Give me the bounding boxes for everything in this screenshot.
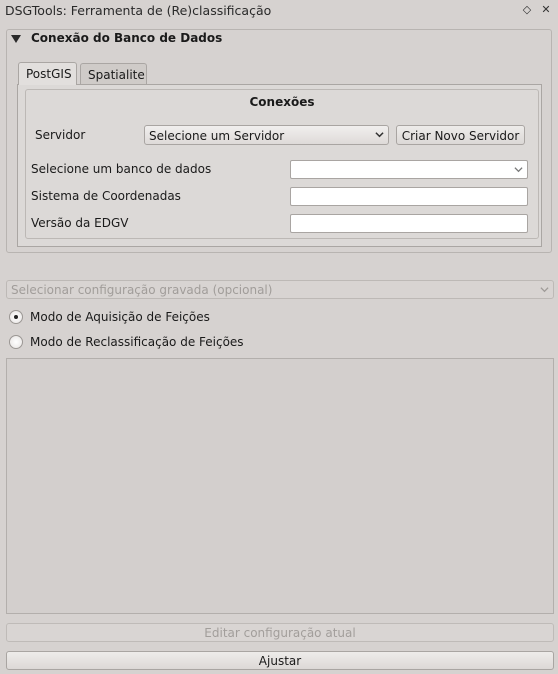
tab-postgis[interactable]: PostGIS xyxy=(18,62,77,85)
saved-config-placeholder: Selecionar configuração gravada (opciona… xyxy=(11,283,273,297)
server-combo-value: Selecione um Servidor xyxy=(149,129,285,143)
connections-title: Conexões xyxy=(249,95,315,109)
classes-area xyxy=(6,358,554,614)
triangle-down-icon[interactable] xyxy=(11,35,21,43)
reclassification-mode-radio[interactable] xyxy=(9,335,23,349)
window-title: DSGTools: Ferramenta de (Re)classificaçã… xyxy=(5,3,272,18)
server-label: Servidor xyxy=(35,128,86,142)
edgv-field[interactable] xyxy=(290,214,528,233)
chevron-down-icon xyxy=(514,167,523,173)
dock-title-bar: DSGTools: Ferramenta de (Re)classificaçã… xyxy=(0,0,558,22)
radio-checked-dot xyxy=(14,315,18,319)
saved-config-combo[interactable]: Selecionar configuração gravada (opciona… xyxy=(6,280,554,299)
acquisition-mode-radio[interactable] xyxy=(9,310,23,324)
float-icon[interactable]: ◇ xyxy=(520,3,534,17)
database-combo[interactable] xyxy=(290,160,528,179)
chevron-down-icon xyxy=(540,287,549,293)
database-label: Selecione um banco de dados xyxy=(31,162,212,176)
close-icon[interactable]: ✕ xyxy=(539,3,553,17)
tab-spatialite[interactable]: Spatialite xyxy=(80,63,147,84)
adjust-button[interactable]: Ajustar xyxy=(6,651,554,670)
connection-group-title[interactable]: Conexão do Banco de Dados xyxy=(31,31,222,45)
server-combo[interactable]: Selecione um Servidor xyxy=(144,125,389,145)
edit-config-button[interactable]: Editar configuração atual xyxy=(6,623,554,642)
chevron-down-icon xyxy=(375,132,384,138)
crs-label: Sistema de Coordenadas xyxy=(31,189,181,203)
acquisition-mode-label[interactable]: Modo de Aquisição de Feições xyxy=(30,310,210,324)
create-new-server-button[interactable]: Criar Novo Servidor xyxy=(396,125,525,145)
reclassification-mode-label[interactable]: Modo de Reclassificação de Feições xyxy=(30,335,244,349)
edgv-label: Versão da EDGV xyxy=(31,216,129,230)
crs-field[interactable] xyxy=(290,187,528,206)
